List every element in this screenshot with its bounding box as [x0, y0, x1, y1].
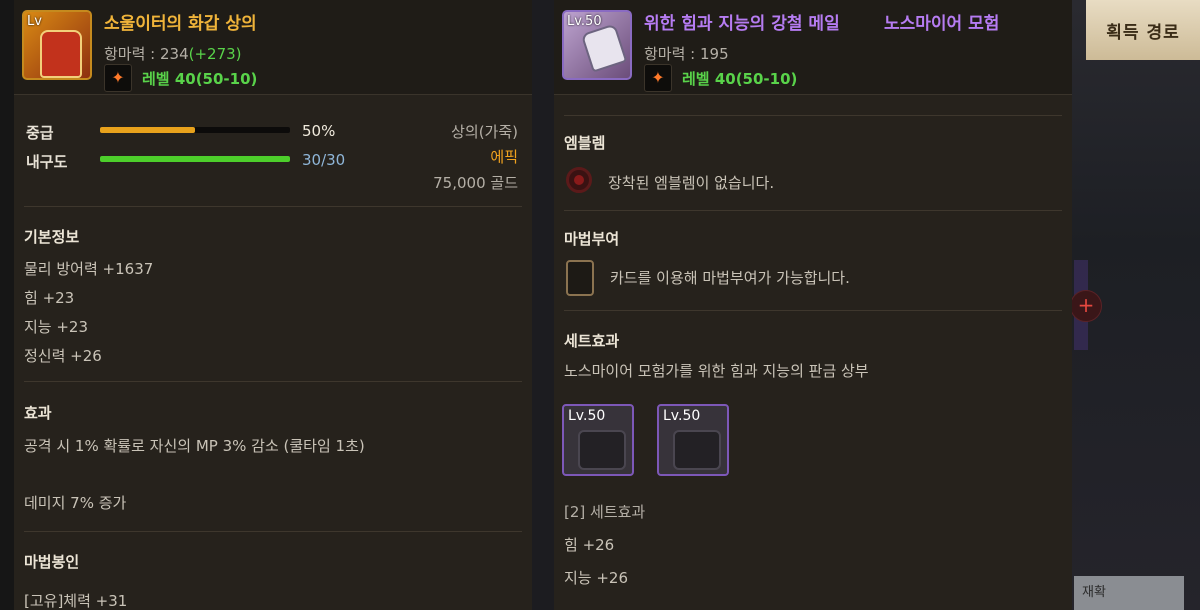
set-piece-level: Lv.50	[568, 408, 606, 424]
defense-power-bonus: (+273)	[188, 45, 242, 63]
item-name: 위한 힘과 지능의 강철 메일	[644, 14, 840, 34]
armor-icon	[580, 23, 628, 73]
armor-piece-icon	[673, 430, 721, 470]
durability-bar	[100, 156, 290, 162]
armor-piece-icon	[578, 430, 626, 470]
basic-stat: 지능 +23	[24, 318, 89, 336]
set-piece-slot[interactable]: Lv.50	[562, 404, 634, 476]
basic-info-title: 기본정보	[24, 228, 80, 246]
item-icon: Lv.50	[562, 10, 632, 80]
defense-power: 항마력 : 195	[644, 43, 729, 64]
tooltip-header: Lv.50 위한 힘과 지능의 강철 메일 노스마이어 모험 항마력 : 195…	[554, 0, 1072, 95]
left-item-tooltip: Lv 소울이터의 화갑 상의 항마력 : 234(+273) ✦ 레벨 40(5…	[14, 0, 532, 610]
item-icon: Lv	[22, 10, 92, 80]
defense-power-value: 항마력 : 195	[644, 45, 729, 63]
defense-power-value: 항마력 : 234	[104, 45, 189, 63]
item-level: 레벨 40(50-10)	[142, 70, 258, 88]
armor-icon	[40, 30, 82, 78]
acquire-path-button[interactable]: 획득 경로	[1086, 0, 1200, 60]
seal-title: 마법봉인	[24, 553, 80, 571]
seal-stat: [고유]체력 +31	[24, 592, 128, 610]
divider	[564, 310, 1062, 311]
rarity-label: 에픽	[490, 148, 518, 166]
quality-bar	[100, 127, 290, 133]
set-piece-slot[interactable]: Lv.50	[657, 404, 729, 476]
item-icon-level: Lv	[27, 14, 42, 29]
basic-stat: 힘 +23	[24, 289, 75, 307]
divider	[24, 531, 522, 532]
enchant-title: 마법부여	[564, 230, 620, 248]
emblem-slot-icon[interactable]	[566, 167, 592, 193]
quality-value: 50%	[302, 122, 336, 140]
emblem-title: 엠블렘	[564, 134, 606, 152]
basic-stat: 물리 방어력 +1637	[24, 260, 154, 278]
divider	[564, 210, 1062, 211]
bottom-tag: 재확	[1074, 576, 1184, 610]
durability-bar-fill	[100, 156, 290, 162]
effect-line: 데미지 7% 증가	[24, 494, 127, 512]
slot-type: 상의(가죽)	[451, 123, 518, 141]
divider	[24, 206, 522, 207]
item-price: 75,000 골드	[433, 174, 518, 192]
set-bonus-stat: 힘 +26	[564, 536, 615, 554]
defense-power: 항마력 : 234(+273)	[104, 43, 242, 64]
enchant-text: 카드를 이용해 마법부여가 가능합니다.	[610, 269, 850, 287]
item-name: 소울이터의 화갑 상의	[104, 14, 257, 34]
set-name: 노스마이어 모험가를 위한 힘과 지능의 판금 상부	[564, 362, 869, 380]
basic-stat: 정신력 +26	[24, 347, 102, 365]
card-slot-icon[interactable]	[566, 260, 594, 296]
panel-gap	[532, 0, 554, 610]
flame-icon: ✦	[644, 64, 672, 92]
plus-icon[interactable]: +	[1070, 290, 1102, 322]
item-name-suffix: 노스마이어 모험	[884, 14, 1000, 34]
quality-label: 중급	[26, 124, 54, 142]
divider	[564, 115, 1062, 116]
set-piece-level: Lv.50	[663, 408, 701, 424]
set-bonus-stat: 지능 +26	[564, 569, 629, 587]
effect-line: 공격 시 1% 확률로 자신의 MP 3% 감소 (쿨타임 1초)	[24, 437, 365, 455]
effect-title: 효과	[24, 404, 52, 422]
durability-label: 내구도	[26, 153, 68, 171]
set-bonus-title: [2] 세트효과	[564, 503, 646, 521]
durability-value: 30/30	[302, 151, 346, 169]
set-title: 세트효과	[564, 332, 620, 350]
flame-icon: ✦	[104, 64, 132, 92]
divider	[24, 381, 522, 382]
item-level: 레벨 40(50-10)	[682, 70, 798, 88]
right-item-tooltip: Lv.50 위한 힘과 지능의 강철 메일 노스마이어 모험 항마력 : 195…	[554, 0, 1072, 610]
emblem-text: 장착된 엠블렘이 없습니다.	[608, 174, 775, 192]
quality-bar-fill	[100, 127, 195, 133]
item-icon-level: Lv.50	[567, 14, 602, 29]
tooltip-header: Lv 소울이터의 화갑 상의 항마력 : 234(+273) ✦ 레벨 40(5…	[14, 0, 532, 95]
